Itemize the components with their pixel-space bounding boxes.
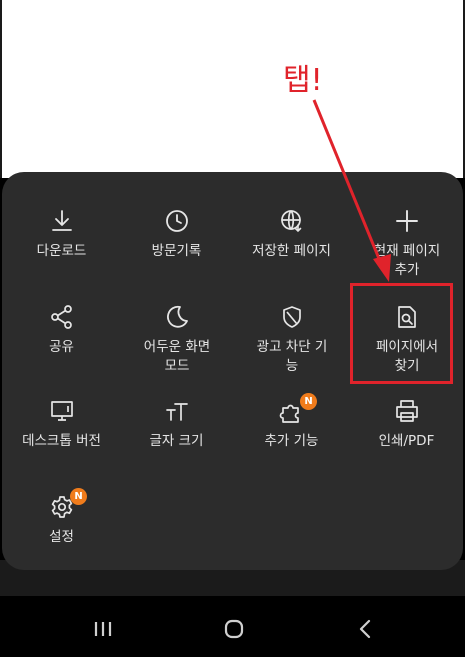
printer-icon: [394, 398, 420, 424]
menu-item-label: 다운로드: [36, 243, 87, 259]
menu-item-label: 설정: [49, 529, 74, 545]
new-badge: N: [300, 393, 317, 410]
menu-item-history[interactable]: 방문기록: [119, 208, 234, 298]
menu-item-label: 광고 차단 기능: [256, 339, 328, 374]
page-edge-left: [0, 0, 2, 178]
menu-item-label: 현재 페이지 추가: [373, 243, 441, 278]
menu-item-label: 데스크톱 버전: [22, 433, 101, 449]
menu-item-label: 공유: [49, 339, 74, 355]
menu-item-label: 저장한 페이지: [252, 243, 331, 259]
share-icon: [49, 304, 75, 330]
tap-annotation-text: 탭!: [283, 63, 323, 98]
menu-item-label: 어두운 화면 모드: [143, 339, 211, 374]
menu-item-add-ons[interactable]: N 추가 기능: [234, 393, 349, 488]
menu-item-settings[interactable]: N 설정: [4, 488, 119, 584]
shield-icon: [279, 304, 305, 330]
menu-item-dark-mode[interactable]: 어두운 화면 모드: [119, 304, 234, 394]
menu-item-label: 인쇄/PDF: [378, 433, 435, 449]
menu-item-downloads[interactable]: 다운로드: [4, 208, 119, 298]
find-in-page-highlight-box: [350, 283, 453, 384]
download-icon: [49, 208, 75, 234]
menu-item-ad-block[interactable]: 광고 차단 기능: [234, 304, 349, 394]
webpage-content-area: [0, 0, 465, 178]
menu-item-desktop-version[interactable]: 데스크톱 버전: [4, 398, 119, 488]
new-badge: N: [70, 488, 87, 505]
menu-item-saved-pages[interactable]: 저장한 페이지: [234, 208, 349, 298]
plus-icon: [394, 208, 420, 234]
menu-item-text-size[interactable]: 글자 크기: [119, 398, 234, 488]
moon-icon: [164, 304, 190, 330]
menu-item-label: 추가 기능: [264, 433, 319, 449]
saved-pages-globe-icon: [279, 208, 305, 234]
menu-item-label: 글자 크기: [149, 433, 204, 449]
menu-item-share[interactable]: 공유: [4, 304, 119, 394]
menu-item-label: 방문기록: [151, 243, 202, 259]
home-icon[interactable]: [214, 614, 254, 644]
clock-icon: [164, 208, 190, 234]
menu-item-print-pdf[interactable]: 인쇄/PDF: [349, 398, 464, 488]
recents-icon[interactable]: [83, 614, 123, 644]
text-size-icon: [164, 398, 190, 424]
system-navigation-bar: [0, 600, 465, 657]
back-icon[interactable]: [345, 614, 385, 644]
desktop-icon: [49, 398, 75, 424]
